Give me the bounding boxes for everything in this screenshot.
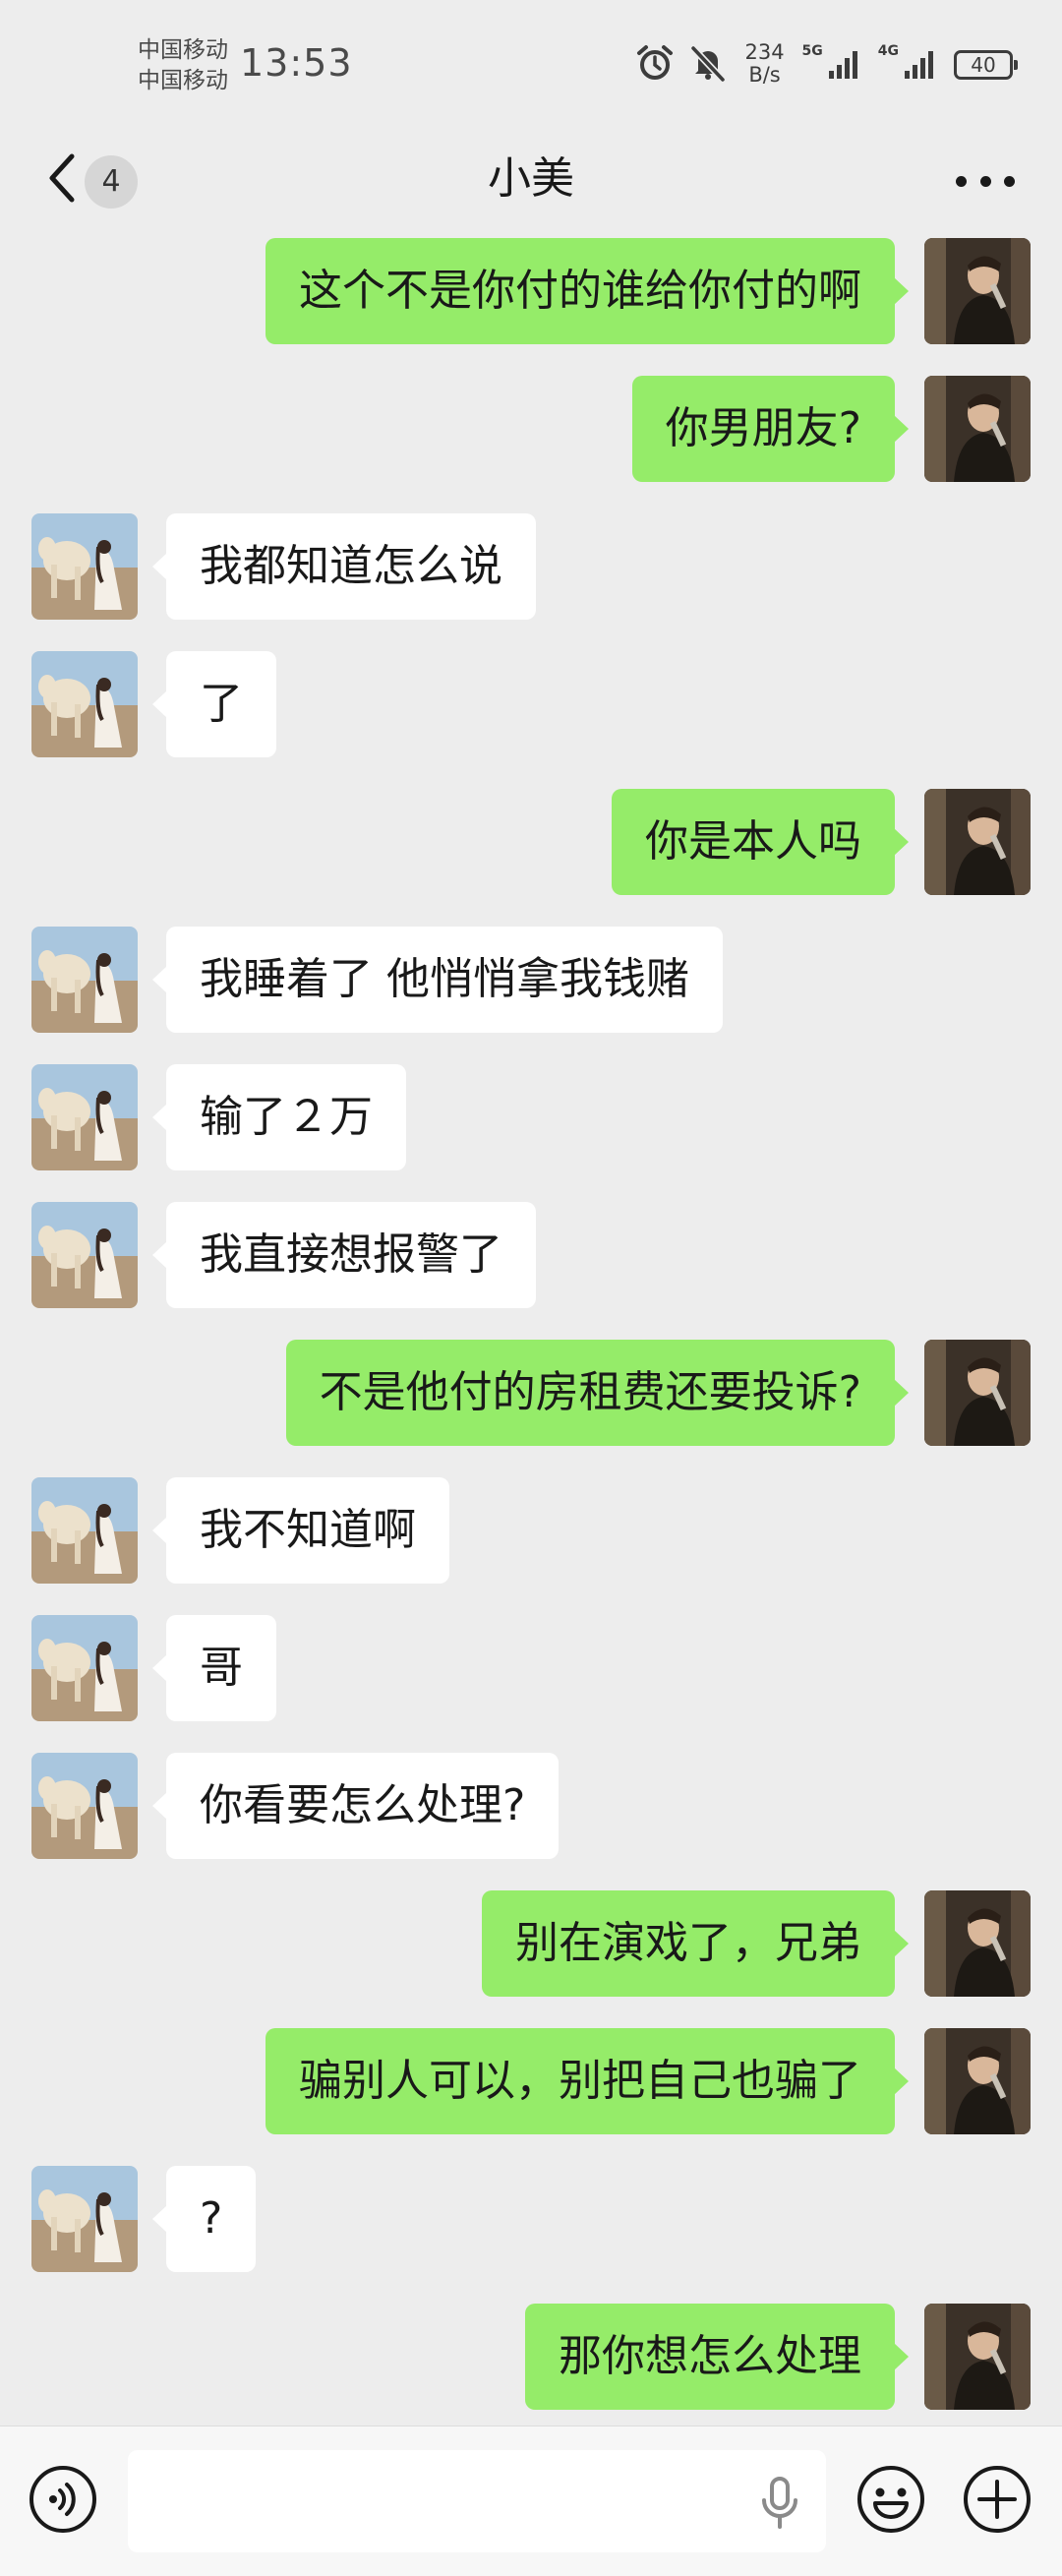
own-avatar-image	[924, 1890, 1031, 1997]
own-avatar[interactable]	[924, 376, 1031, 482]
contact-avatar[interactable]	[31, 651, 138, 757]
message-bubble[interactable]: 这个不是你付的谁给你付的啊	[266, 238, 909, 344]
contact-avatar-image	[31, 2166, 138, 2272]
status-time: 13:53	[240, 41, 353, 85]
contact-avatar[interactable]	[31, 2166, 138, 2272]
mute-icon	[688, 43, 728, 87]
contact-avatar[interactable]	[31, 1064, 138, 1170]
message-bubble[interactable]: 那你想怎么处理	[525, 2304, 909, 2410]
emoji-button[interactable]	[856, 2464, 926, 2535]
message-bubble[interactable]: 我不知道啊	[152, 1477, 449, 1584]
voice-mode-icon	[30, 2466, 96, 2533]
incoming-message: 了	[0, 651, 1062, 757]
own-avatar-image	[924, 1340, 1031, 1446]
own-avatar-image	[924, 2304, 1031, 2410]
signal-4g-label: 4G	[877, 43, 899, 59]
contact-avatar-image	[31, 1753, 138, 1859]
message-bubble[interactable]: 输了２万	[152, 1064, 406, 1170]
contact-avatar-image	[31, 513, 138, 620]
outgoing-message: 不是他付的房租费还要投诉?	[0, 1340, 1062, 1446]
alarm-icon	[635, 43, 675, 87]
outgoing-message: 你男朋友?	[0, 376, 1062, 482]
message-bubble[interactable]: 我直接想报警了	[152, 1202, 536, 1308]
contact-avatar-image	[31, 651, 138, 757]
message-bubble[interactable]: 哥	[152, 1615, 276, 1721]
own-avatar-image	[924, 238, 1031, 344]
outgoing-message: 别在演戏了，兄弟	[0, 1890, 1062, 1997]
contact-avatar-image	[31, 1615, 138, 1721]
contact-avatar[interactable]	[31, 927, 138, 1033]
more-dot	[1004, 175, 1015, 187]
own-avatar[interactable]	[924, 2304, 1031, 2410]
message-bubble[interactable]: 我都知道怎么说	[152, 513, 536, 620]
message-bubble[interactable]: 骗别人可以，别把自己也骗了	[266, 2028, 909, 2134]
incoming-message: 你看要怎么处理?	[0, 1753, 1062, 1859]
own-avatar[interactable]	[924, 1340, 1031, 1446]
net-speed-value: 234	[744, 40, 785, 64]
message-bubble[interactable]: 你是本人吗	[612, 789, 909, 895]
contact-avatar-image	[31, 1202, 138, 1308]
contact-avatar-image	[31, 1477, 138, 1584]
own-avatar[interactable]	[924, 1890, 1031, 1997]
contact-avatar[interactable]	[31, 513, 138, 620]
plus-button[interactable]	[962, 2464, 1032, 2535]
incoming-message: 我不知道啊	[0, 1477, 1062, 1584]
status-bar: 中国移动 中国移动 13:53 234 B/s 5G 4G 40	[0, 0, 1062, 126]
message-bubble[interactable]: 不是他付的房租费还要投诉?	[285, 1340, 910, 1446]
own-avatar-image	[924, 376, 1031, 482]
contact-avatar-image	[31, 927, 138, 1033]
own-avatar-image	[924, 789, 1031, 895]
battery-level: 40	[971, 53, 996, 77]
incoming-message: 我睡着了 他悄悄拿我钱赌	[0, 927, 1062, 1033]
chat-header: 4 小美	[0, 126, 1062, 234]
outgoing-message: 你是本人吗	[0, 789, 1062, 895]
incoming-message: 输了２万	[0, 1064, 1062, 1170]
contact-avatar[interactable]	[31, 1477, 138, 1584]
more-dots-icon	[956, 175, 967, 187]
chat-title: 小美	[488, 153, 574, 204]
net-speed-unit: B/s	[748, 63, 781, 87]
outgoing-message: 那你想怎么处理	[0, 2304, 1062, 2410]
microphone-icon[interactable]	[755, 2474, 804, 2533]
contact-avatar-image	[31, 1064, 138, 1170]
contact-avatar[interactable]	[31, 1753, 138, 1859]
net-speed: 234 B/s	[741, 42, 789, 88]
input-bar	[0, 2426, 1062, 2576]
signal-5g-icon	[827, 45, 864, 85]
own-avatar[interactable]	[924, 238, 1031, 344]
carrier-1-label: 中国移动	[138, 37, 228, 63]
message-input[interactable]	[128, 2450, 826, 2552]
signal-5g-label: 5G	[801, 43, 823, 59]
message-bubble[interactable]: ?	[151, 2166, 257, 2272]
voice-button[interactable]	[28, 2464, 98, 2535]
own-avatar[interactable]	[924, 789, 1031, 895]
message-bubble[interactable]: 你看要怎么处理?	[151, 1753, 560, 1859]
message-bubble[interactable]: 了	[152, 651, 276, 757]
contact-avatar[interactable]	[31, 1615, 138, 1721]
carrier-info: 中国移动 中国移动	[138, 35, 228, 96]
emoji-icon	[857, 2466, 924, 2533]
incoming-message: 我直接想报警了	[0, 1202, 1062, 1308]
carrier-2-label: 中国移动	[138, 68, 228, 93]
outgoing-message: 骗别人可以，别把自己也骗了	[0, 2028, 1062, 2134]
message-bubble[interactable]: 别在演戏了，兄弟	[482, 1890, 909, 1997]
incoming-message: 哥	[0, 1615, 1062, 1721]
own-avatar-image	[924, 2028, 1031, 2134]
more-dot	[979, 175, 991, 187]
outgoing-message: 这个不是你付的谁给你付的啊	[0, 238, 1062, 344]
contact-avatar[interactable]	[31, 1202, 138, 1308]
plus-icon	[964, 2466, 1031, 2533]
signal-4g-icon	[903, 45, 940, 85]
own-avatar[interactable]	[924, 2028, 1031, 2134]
status-icons: 234 B/s 5G 4G 40	[635, 37, 1018, 92]
message-bubble[interactable]: 我睡着了 他悄悄拿我钱赌	[152, 927, 723, 1033]
battery-icon: 40	[954, 50, 1018, 80]
incoming-message: ?	[0, 2166, 1062, 2272]
message-bubble[interactable]: 你男朋友?	[631, 376, 910, 482]
more-button[interactable]	[956, 161, 1015, 201]
incoming-message: 我都知道怎么说	[0, 513, 1062, 620]
